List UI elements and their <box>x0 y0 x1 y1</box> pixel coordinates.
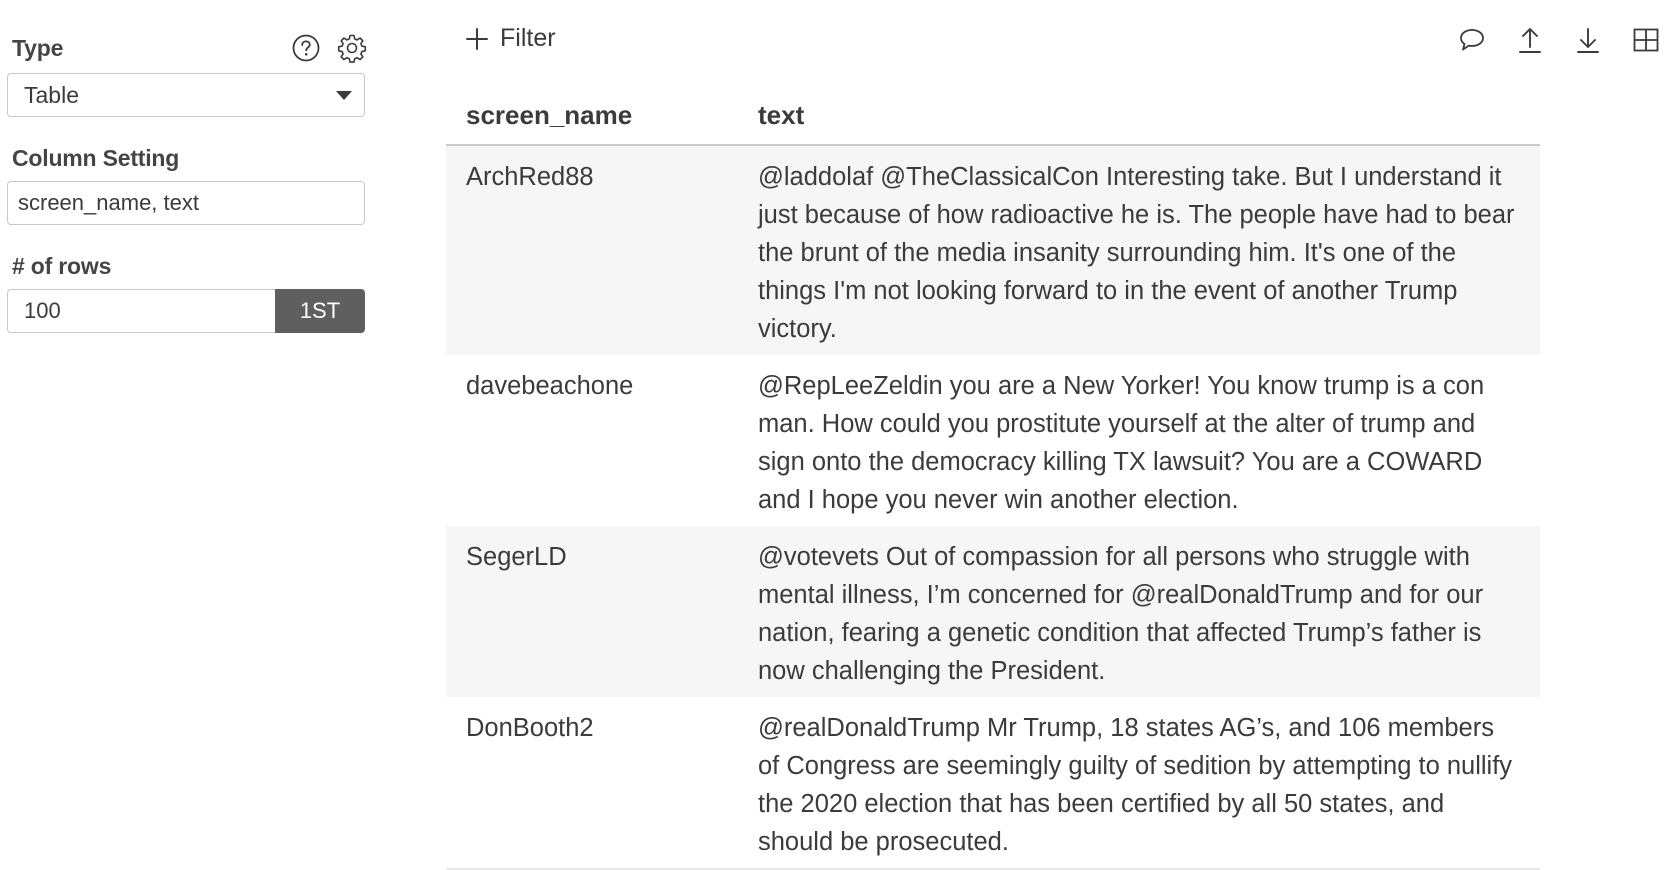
type-label-row: Type <box>7 28 368 68</box>
filter-button[interactable]: Filter <box>466 24 556 53</box>
download-icon[interactable] <box>1570 22 1606 58</box>
type-icon-group <box>290 32 368 64</box>
help-circle-icon[interactable] <box>290 32 322 64</box>
cell-text: @laddolaf @TheClassicalCon Interesting t… <box>758 163 1515 343</box>
main-panel: Filter screen_name text ArchRed88 @laddo… <box>446 0 1674 869</box>
data-table: screen_name text ArchRed88 @laddolaf @Th… <box>446 82 1540 870</box>
rows-input[interactable]: 100 <box>7 289 275 333</box>
cell-screen-name: SegerLD <box>466 543 567 571</box>
type-select-value: Table <box>24 81 79 108</box>
type-select[interactable]: Table <box>7 73 365 117</box>
chevron-down-icon <box>336 91 352 100</box>
cell-screen-name: davebeachone <box>466 372 634 400</box>
type-label: Type <box>12 34 64 61</box>
table-row: davebeachone @RepLeeZeldin you are a New… <box>446 355 1540 526</box>
rows-control: 100 1ST <box>7 289 365 333</box>
table-row: DonBooth2 @realDonaldTrump Mr Trump, 18 … <box>446 697 1540 869</box>
comment-icon[interactable] <box>1454 22 1490 58</box>
table-header-row: screen_name text <box>446 82 1540 146</box>
cell-screen-name: ArchRed88 <box>466 163 594 191</box>
column-setting-value: screen_name, text <box>18 190 199 215</box>
toolbar-actions <box>1454 22 1664 58</box>
column-header-text[interactable]: text <box>738 82 1540 146</box>
filter-label: Filter <box>500 24 556 52</box>
rows-first-button[interactable]: 1ST <box>275 289 365 333</box>
rows-input-value: 100 <box>24 298 61 323</box>
cell-text: @RepLeeZeldin you are a New Yorker! You … <box>758 372 1485 514</box>
toolbar: Filter <box>446 0 1674 82</box>
column-setting-input[interactable]: screen_name, text <box>7 181 365 225</box>
upload-icon[interactable] <box>1512 22 1548 58</box>
rows-label: # of rows <box>12 253 112 279</box>
column-header-screen-name[interactable]: screen_name <box>446 82 738 146</box>
column-setting-label: Column Setting <box>12 145 180 171</box>
cell-screen-name: DonBooth2 <box>466 714 594 742</box>
grid-icon[interactable] <box>1628 22 1664 58</box>
gear-icon[interactable] <box>336 32 368 64</box>
cell-text: @votevets Out of compassion for all pers… <box>758 543 1484 685</box>
sidebar: Type Table Column Setting screen_name, t… <box>0 0 375 862</box>
cell-text: @realDonaldTrump Mr Trump, 18 states AG’… <box>758 714 1513 856</box>
plus-icon <box>466 27 488 50</box>
table-row: ArchRed88 @laddolaf @TheClassicalCon Int… <box>446 145 1540 355</box>
table-row: SegerLD @votevets Out of compassion for … <box>446 526 1540 697</box>
